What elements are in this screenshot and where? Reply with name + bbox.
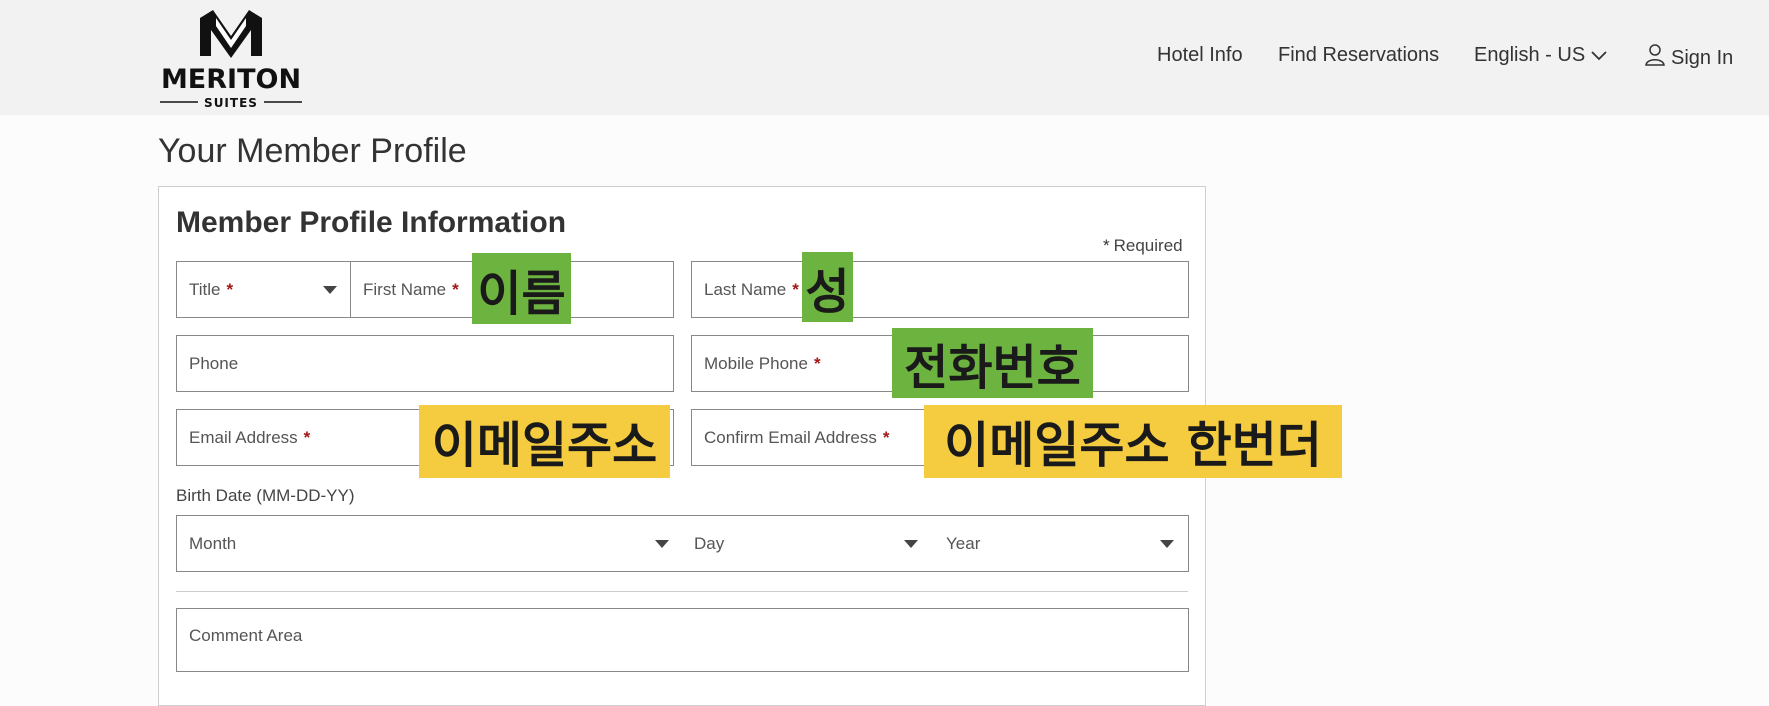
day-label: Day <box>694 534 725 553</box>
title-label-text: Title <box>189 280 221 299</box>
confirm-email-label: Confirm Email Address * <box>704 428 890 448</box>
annotation-last-name: 성 <box>802 252 853 322</box>
required-star: * <box>452 280 459 299</box>
section-title: Member Profile Information <box>176 206 567 239</box>
title-label: Title * <box>189 280 233 300</box>
mobile-phone-label: Mobile Phone * <box>704 354 821 374</box>
required-star: * <box>813 354 821 373</box>
nav-find-reservations[interactable]: Find Reservations <box>1278 44 1439 67</box>
logo-subtext: SUITES <box>204 96 258 109</box>
logo-text: MERITON <box>161 64 301 95</box>
caret-down-icon <box>1160 540 1174 548</box>
birth-date-label: Birth Date (MM-DD-YY) <box>176 486 355 505</box>
required-note-text: Required <box>1113 236 1183 255</box>
annotation-first-name: 이름 <box>472 253 571 324</box>
email-label: Email Address * <box>189 428 310 448</box>
birth-date-group: Month Day Year <box>176 515 1189 572</box>
nav-hotel-info[interactable]: Hotel Info <box>1157 44 1243 67</box>
annotation-email: 이메일주소 <box>419 405 670 478</box>
comment-label: Comment Area <box>189 626 303 645</box>
chevron-down-icon <box>1591 44 1607 67</box>
first-name-label: First Name * <box>363 280 459 300</box>
language-selector[interactable]: English - US <box>1474 44 1607 67</box>
user-icon <box>1645 44 1665 72</box>
year-label: Year <box>946 534 981 553</box>
sign-in-label: Sign In <box>1671 46 1734 69</box>
email-label-text: Email Address <box>189 428 298 447</box>
caret-down-icon <box>655 540 669 548</box>
caret-down-icon <box>904 540 918 548</box>
annotation-mobile-phone: 전화번호 <box>892 328 1093 398</box>
language-label: English - US <box>1474 44 1586 66</box>
first-name-label-text: First Name <box>363 280 447 299</box>
title-select[interactable]: Title * <box>177 262 350 317</box>
month-label: Month <box>189 534 237 553</box>
last-name-input[interactable]: Last Name * <box>691 261 1189 318</box>
required-star: * <box>226 280 234 299</box>
sign-in-link[interactable]: Sign In <box>1645 44 1733 72</box>
required-star: * <box>792 280 799 299</box>
year-select[interactable]: Year <box>934 516 1188 571</box>
annotation-confirm-email: 이메일주소 한번더 <box>924 405 1342 478</box>
site-header: MERITON SUITES Hotel Info Find Reservati… <box>0 0 1769 115</box>
caret-down-icon <box>323 286 337 294</box>
required-star: * <box>882 428 890 447</box>
phone-label: Phone <box>189 354 239 373</box>
day-select[interactable]: Day <box>682 516 934 571</box>
confirm-email-label-text: Confirm Email Address <box>704 428 877 447</box>
comment-area[interactable]: Comment Area <box>176 608 1189 672</box>
required-note-star: * <box>1103 236 1110 255</box>
title-first-name-group: Title * First Name * <box>176 261 674 318</box>
last-name-label-text: Last Name <box>704 280 787 299</box>
month-select[interactable]: Month <box>177 516 677 571</box>
page-title: Your Member Profile <box>158 132 467 170</box>
required-star: * <box>303 428 311 447</box>
required-note: * Required <box>1103 236 1183 256</box>
section-divider <box>176 591 1188 592</box>
meriton-logo[interactable]: MERITON SUITES <box>158 6 304 110</box>
mobile-phone-label-text: Mobile Phone <box>704 354 808 373</box>
phone-input[interactable]: Phone <box>176 335 674 392</box>
last-name-label: Last Name * <box>704 280 799 300</box>
